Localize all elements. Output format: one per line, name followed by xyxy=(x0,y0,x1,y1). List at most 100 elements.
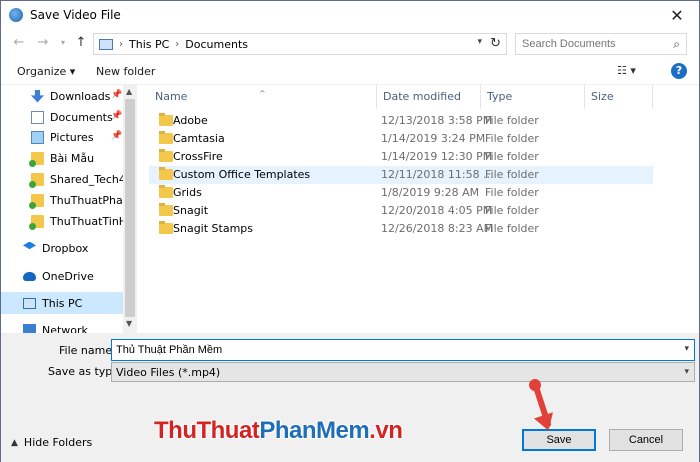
onedrive-icon xyxy=(23,271,36,281)
refresh-icon[interactable]: ↻ xyxy=(490,36,501,51)
column-header-label: Name xyxy=(155,90,188,103)
table-row[interactable]: Grids 1/8/2019 9:28 AM File folder xyxy=(149,184,653,202)
download-icon xyxy=(31,89,44,103)
chevron-right-icon[interactable]: › xyxy=(119,39,123,50)
file-name: CrossFire xyxy=(173,150,223,163)
scrollbar-thumb[interactable] xyxy=(125,99,135,317)
arrow-right-icon[interactable]: → xyxy=(35,35,51,51)
annotation-arrow-icon xyxy=(523,379,563,439)
folder-icon xyxy=(159,203,173,216)
command-bar: Organize ▾ New folder ☷ ▾ ? xyxy=(1,59,699,85)
dropbox-icon xyxy=(23,241,36,250)
column-header-label: Size xyxy=(591,90,614,103)
sidebar-item-bai-mau[interactable]: Bài Mẫu xyxy=(1,147,123,169)
file-name-input[interactable] xyxy=(112,340,672,360)
sidebar-item-label: ThuThuatPhanMem xyxy=(50,193,123,207)
sidebar-scrollbar[interactable]: ▲ ▼ xyxy=(123,85,137,333)
file-type: File folder xyxy=(485,132,539,145)
sidebar-item-documents[interactable]: Documents xyxy=(1,106,123,128)
column-header-name[interactable]: Name ^ xyxy=(149,85,377,109)
sidebar-item-label: Documents xyxy=(50,110,113,124)
help-icon[interactable]: ? xyxy=(671,63,687,79)
file-name-box: ▾ xyxy=(111,339,695,361)
save-type-value: Video Files (*.mp4) xyxy=(116,366,221,379)
sidebar-item-shared-tech4life[interactable]: Shared_Tech4Life xyxy=(1,168,123,190)
arrow-up-icon[interactable]: ↑ xyxy=(73,35,89,51)
breadcrumb-documents[interactable]: Documents xyxy=(185,38,248,51)
chevron-down-icon[interactable]: ▾ xyxy=(684,367,689,377)
file-name: Snagit Stamps xyxy=(173,222,254,235)
chevron-right-icon[interactable]: › xyxy=(175,39,179,50)
window-title: Save Video File xyxy=(30,8,121,22)
sidebar-item-this-pc[interactable]: This PC xyxy=(1,292,123,314)
file-date: 12/20/2018 4:05 PM xyxy=(381,204,493,217)
close-icon[interactable]: ✕ xyxy=(655,1,699,29)
pin-icon[interactable]: 📌 xyxy=(111,90,122,100)
column-header-date[interactable]: Date modified xyxy=(377,85,481,109)
table-row[interactable]: Adobe 12/13/2018 3:58 PM File folder xyxy=(149,112,653,130)
arrow-left-icon[interactable]: ← xyxy=(11,35,27,51)
sidebar-item-pictures[interactable]: Pictures xyxy=(1,126,123,148)
table-row[interactable]: Snagit 12/20/2018 4:05 PM File folder xyxy=(149,202,653,220)
scroll-down-icon[interactable]: ▼ xyxy=(126,319,132,328)
sidebar-item-downloads[interactable]: Downloads xyxy=(1,85,123,107)
table-row[interactable]: Custom Office Templates 12/11/2018 11:58… xyxy=(149,166,653,184)
sidebar-item-thuthuattinhoc[interactable]: ThuThuatTinHoc xyxy=(1,210,123,232)
pin-icon[interactable]: 📌 xyxy=(111,131,122,141)
file-type: File folder xyxy=(485,186,539,199)
sidebar-item-label: Network xyxy=(42,323,88,334)
column-header-type[interactable]: Type xyxy=(481,85,585,109)
this-pc-icon xyxy=(23,297,36,309)
save-dialog: Save Video File ✕ ← → ▾ ↑ › This PC › Do… xyxy=(0,0,700,462)
hide-folders-label: Hide Folders xyxy=(23,436,93,449)
this-pc-icon xyxy=(99,38,113,50)
table-row[interactable]: CrossFire 1/14/2019 12:30 PM File folder xyxy=(149,148,653,166)
browser-area: Downloads 📌 Documents 📌 Pictures 📌 Bài M… xyxy=(1,85,699,333)
navigation-pane: Downloads 📌 Documents 📌 Pictures 📌 Bài M… xyxy=(1,85,137,333)
file-date: 12/26/2018 8:23 AM xyxy=(381,222,494,235)
file-name-label: File name: xyxy=(59,344,116,357)
organize-button[interactable]: Organize ▾ xyxy=(17,65,75,78)
sidebar-item-label: This PC xyxy=(42,296,83,310)
column-header-size[interactable]: Size xyxy=(585,85,653,109)
search-icon[interactable]: ⌕ xyxy=(673,37,680,52)
pictures-icon xyxy=(31,130,44,144)
chevron-down-icon[interactable]: ▾ xyxy=(55,35,71,51)
table-row[interactable]: Snagit Stamps 12/26/2018 8:23 AM File fo… xyxy=(149,220,653,238)
hide-folders-button[interactable]: ▲ Hide Folders xyxy=(11,436,92,449)
watermark-logo: ThuThuatPhanMem.vn xyxy=(154,417,403,445)
file-date: 12/11/2018 11:58 ... xyxy=(381,168,494,181)
chevron-down-icon[interactable]: ▾ xyxy=(477,37,482,47)
watermark-part: ThuThuat xyxy=(154,417,260,444)
cancel-button[interactable]: Cancel xyxy=(609,429,683,451)
new-folder-button[interactable]: New folder xyxy=(96,65,155,78)
save-form-area: File name: ▾ Save as type: Video Files (… xyxy=(1,333,699,462)
sidebar-item-dropbox[interactable]: Dropbox xyxy=(1,237,123,259)
column-header-label: Type xyxy=(487,90,513,103)
globe-app-icon xyxy=(9,8,23,22)
pin-icon[interactable]: 📌 xyxy=(111,111,122,121)
save-type-select[interactable]: Video Files (*.mp4) ▾ xyxy=(111,362,695,382)
column-header-label: Date modified xyxy=(383,90,461,103)
table-row[interactable]: Camtasia 1/14/2019 3:24 PM File folder xyxy=(149,130,653,148)
title-bar: Save Video File ✕ xyxy=(1,1,699,29)
search-input[interactable] xyxy=(516,34,661,54)
address-bar[interactable]: › This PC › Documents ▾ ↻ xyxy=(93,33,507,55)
sidebar-item-thuthuatphanmem[interactable]: ThuThuatPhanMem xyxy=(1,189,123,211)
sidebar-item-label: ThuThuatTinHoc xyxy=(50,214,123,228)
folder-icon xyxy=(159,113,173,126)
sidebar-item-label: Shared_Tech4Life xyxy=(50,172,123,186)
file-type: File folder xyxy=(485,204,539,217)
chevron-down-icon[interactable]: ▾ xyxy=(684,344,689,354)
file-name: Custom Office Templates xyxy=(173,168,311,181)
sidebar-item-network[interactable]: Network xyxy=(1,319,123,333)
breadcrumb-this-pc[interactable]: This PC xyxy=(129,38,169,51)
scroll-up-icon[interactable]: ▲ xyxy=(126,87,132,96)
sidebar-item-label: Downloads xyxy=(50,89,111,103)
sidebar-item-label: Bài Mẫu xyxy=(50,151,95,165)
view-options-button[interactable]: ☷ ▾ xyxy=(617,64,636,77)
sidebar-item-onedrive[interactable]: OneDrive xyxy=(1,265,123,287)
file-date: 1/14/2019 3:24 PM xyxy=(381,132,486,145)
chevron-up-icon: ▲ xyxy=(11,437,18,448)
watermark-part: PhanMem xyxy=(259,417,370,444)
